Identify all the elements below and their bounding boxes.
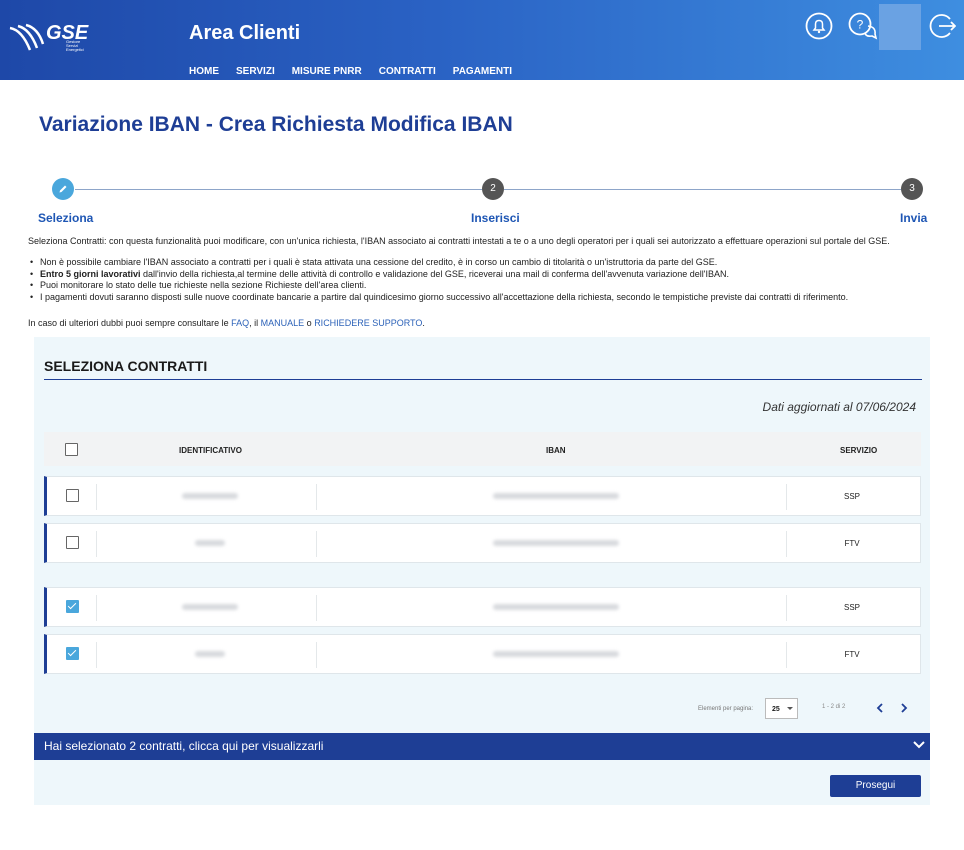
cell-divider — [96, 595, 97, 621]
redacted-identificativo — [182, 493, 238, 499]
items-per-page-select[interactable]: 25 — [765, 698, 798, 719]
step-1-circle — [52, 178, 74, 200]
chevron-down-icon[interactable] — [913, 740, 925, 749]
row-checkbox-checked[interactable] — [66, 647, 79, 660]
info-item: Entro 5 giorni lavorativi dall'invio del… — [28, 269, 948, 281]
cell-divider — [316, 531, 317, 557]
cell-divider — [316, 484, 317, 510]
info-item-text: dall'invio della richiesta,al termine de… — [140, 268, 729, 279]
help-sep: , il — [249, 318, 261, 328]
redacted-iban — [493, 493, 619, 499]
help-chat-icon[interactable]: ? — [848, 12, 878, 40]
info-item: Puoi monitorare lo stato delle tue richi… — [28, 280, 948, 292]
logout-icon[interactable] — [928, 12, 956, 40]
info-item: I pagamenti dovuti saranno disposti sull… — [28, 292, 948, 304]
cell-divider — [786, 642, 787, 668]
nav-misure-pnrr[interactable]: MISURE PNRR — [292, 66, 362, 77]
redacted-iban — [493, 651, 619, 657]
cell-divider — [96, 642, 97, 668]
column-header-iban[interactable]: IBAN — [546, 446, 566, 455]
step-2-circle: 2 — [482, 178, 504, 200]
avatar[interactable] — [879, 4, 921, 50]
nav-pagamenti[interactable]: PAGAMENTI — [453, 66, 512, 77]
info-item-bold: Entro 5 giorni lavorativi — [40, 268, 141, 279]
data-updated-label: Dati aggiornati al 07/06/2024 — [762, 400, 916, 414]
cell-divider — [786, 595, 787, 621]
selected-contracts-text: Hai selezionato 2 contratti, clicca qui … — [44, 739, 324, 753]
help-suffix: . — [422, 318, 425, 328]
pencil-icon — [59, 185, 67, 193]
stepper-line — [504, 189, 901, 190]
step-2-label: Inserisci — [471, 211, 520, 225]
row-servizio: SSP — [843, 603, 860, 612]
selected-contracts-bar[interactable]: Hai selezionato 2 contratti, clicca qui … — [34, 733, 930, 760]
table-row[interactable]: FTV — [44, 523, 921, 563]
prosegui-button[interactable]: Prosegui — [830, 775, 921, 797]
row-checkbox[interactable] — [66, 536, 79, 549]
stepper-line — [75, 189, 482, 190]
redacted-identificativo — [182, 604, 238, 610]
table-row-selected[interactable]: FTV — [44, 634, 921, 674]
redacted-iban — [493, 540, 619, 546]
cell-divider — [96, 484, 97, 510]
panel-divider — [44, 379, 922, 380]
page-title: Variazione IBAN - Crea Richiesta Modific… — [39, 113, 513, 136]
cell-divider — [316, 642, 317, 668]
logo-subtext: Gestore Servizi Energetici — [66, 39, 84, 52]
svg-text:?: ? — [857, 18, 864, 32]
pagination-range: 1 - 2 di 2 — [822, 704, 846, 710]
panel-title: SELEZIONA CONTRATTI — [44, 358, 208, 374]
cell-divider — [316, 595, 317, 621]
redacted-iban — [493, 604, 619, 610]
row-servizio: FTV — [844, 539, 860, 548]
help-text: In caso di ulteriori dubbi puoi sempre c… — [28, 318, 425, 328]
select-all-checkbox[interactable] — [65, 443, 78, 456]
nav-servizi[interactable]: SERVIZI — [236, 66, 275, 77]
step-1-label: Seleziona — [38, 211, 94, 225]
step-3-label: Invia — [900, 211, 928, 225]
manual-link[interactable]: MANUALE — [261, 318, 305, 328]
info-item: Non è possibile cambiare l'IBAN associat… — [28, 257, 948, 269]
help-sep: o — [304, 318, 315, 328]
top-header: GSE Gestore Servizi Energetici Area Clie… — [0, 0, 964, 80]
column-header-identificativo[interactable]: IDENTIFICATIVO — [179, 446, 242, 455]
support-link[interactable]: RICHIEDERE SUPPORTO — [314, 318, 422, 328]
help-prefix: In caso di ulteriori dubbi puoi sempre c… — [28, 318, 232, 328]
step-3-circle: 3 — [901, 178, 923, 200]
faq-link[interactable]: FAQ — [231, 318, 249, 328]
nav-home[interactable]: HOME — [189, 66, 219, 77]
cell-divider — [786, 531, 787, 557]
info-list: Non è possibile cambiare l'IBAN associat… — [28, 257, 948, 303]
redacted-identificativo — [195, 651, 225, 657]
redacted-identificativo — [195, 540, 225, 546]
row-checkbox-checked[interactable] — [66, 600, 79, 613]
intro-text: Seleziona Contratti: con questa funziona… — [28, 236, 890, 246]
items-per-page-label: Elementi per pagina: — [698, 706, 754, 712]
table-row-selected[interactable]: SSP — [44, 587, 921, 627]
bell-icon[interactable] — [805, 12, 833, 40]
cell-divider — [786, 484, 787, 510]
row-servizio: SSP — [843, 492, 860, 501]
nav-contratti[interactable]: CONTRATTI — [379, 66, 436, 77]
table-row[interactable]: SSP — [44, 476, 921, 516]
app-title: Area Clienti — [189, 22, 301, 44]
main-nav: HOME SERVIZI MISURE PNRR CONTRATTI PAGAM… — [189, 66, 512, 77]
column-header-servizio[interactable]: SERVIZIO — [840, 446, 877, 455]
cell-divider — [96, 531, 97, 557]
row-servizio: FTV — [844, 650, 860, 659]
prev-page-icon[interactable] — [876, 703, 884, 713]
next-page-icon[interactable] — [900, 703, 908, 713]
select-contracts-panel: SELEZIONA CONTRATTI Dati aggiornati al 0… — [34, 337, 930, 805]
table-header: IDENTIFICATIVO IBAN SERVIZIO — [44, 432, 921, 466]
row-checkbox[interactable] — [66, 489, 79, 502]
